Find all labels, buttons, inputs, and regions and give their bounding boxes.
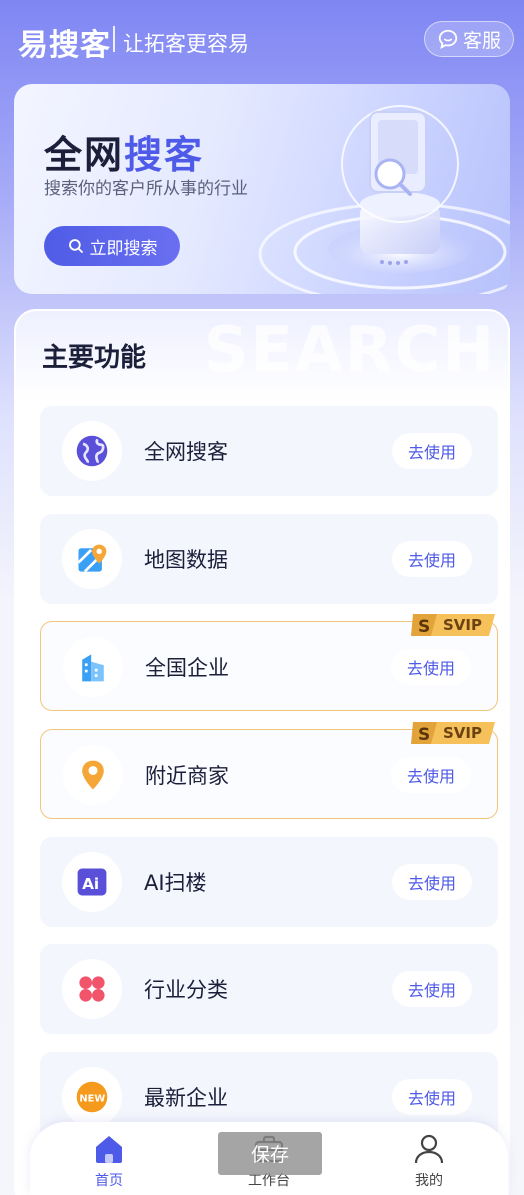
search-icon xyxy=(68,239,83,253)
feature-label: 地图数据 xyxy=(144,548,228,572)
banner-title: 全网搜客 xyxy=(44,124,204,179)
home-icon xyxy=(96,1136,122,1163)
banner-subtitle: 搜索你的客户所从事的行业 xyxy=(44,179,248,199)
nav-mine-label: 我的 xyxy=(415,1173,443,1189)
chat-bubble-icon xyxy=(438,29,458,49)
app-header: 易搜客 让拓客更容易 客服 xyxy=(0,0,524,80)
svip-label: SVIP xyxy=(443,616,482,634)
category-icon xyxy=(79,976,105,1002)
save-toast[interactable]: 保存 xyxy=(218,1132,322,1175)
feature-item-national-companies[interactable]: 全国企业 去使用 S SVIP xyxy=(40,614,498,711)
nav-home[interactable]: 首页 xyxy=(69,1132,149,1192)
feature-item-industry-category[interactable]: 行业分类 去使用 xyxy=(40,944,498,1034)
location-pin-icon xyxy=(82,760,104,790)
promo-banner[interactable]: 全网搜客 搜索你的客户所从事的行业 立即搜索 xyxy=(14,84,510,294)
use-button[interactable]: 去使用 xyxy=(391,757,471,793)
feature-icon-wrap xyxy=(62,529,122,589)
banner-title-part2: 搜客 xyxy=(124,133,205,177)
nav-mine[interactable]: 我的 xyxy=(389,1132,469,1192)
svip-badge: S SVIP xyxy=(409,612,495,638)
ai-icon: Ai xyxy=(77,868,107,896)
feature-label: 最新企业 xyxy=(144,1086,228,1110)
customer-service-button[interactable]: 客服 xyxy=(424,21,514,57)
feature-item-nearby-merchants[interactable]: 附近商家 去使用 S SVIP xyxy=(40,722,498,819)
building-icon xyxy=(82,654,104,682)
map-pin-icon xyxy=(77,544,107,573)
feature-icon-wrap: NEW xyxy=(62,1067,122,1127)
svg-text:Ai: Ai xyxy=(82,875,99,893)
use-button[interactable]: 去使用 xyxy=(392,541,472,577)
use-button[interactable]: 去使用 xyxy=(392,433,472,469)
feature-label: AI扫楼 xyxy=(144,871,207,895)
app-slogan: 让拓客更容易 xyxy=(123,32,249,56)
app-logo: 易搜客 xyxy=(18,28,111,63)
feature-label: 全网搜客 xyxy=(144,440,228,464)
svip-badge: S SVIP xyxy=(409,720,495,746)
globe-icon xyxy=(76,435,108,467)
search-illustration xyxy=(258,105,510,294)
feature-item-map-data[interactable]: 地图数据 去使用 xyxy=(40,514,498,604)
feature-label: 行业分类 xyxy=(144,978,228,1002)
nav-home-label: 首页 xyxy=(95,1173,123,1189)
search-now-label: 立即搜索 xyxy=(89,238,158,259)
feature-label: 全国企业 xyxy=(145,656,229,680)
feature-icon-wrap xyxy=(62,959,122,1019)
search-watermark: SEARCH xyxy=(203,313,496,386)
new-badge-icon: NEW xyxy=(76,1081,108,1113)
feature-label: 附近商家 xyxy=(145,764,229,788)
use-button[interactable]: 去使用 xyxy=(392,864,472,900)
use-button[interactable]: 去使用 xyxy=(392,1079,472,1115)
feature-icon-wrap: Ai xyxy=(62,852,122,912)
use-button[interactable]: 去使用 xyxy=(392,971,472,1007)
use-button[interactable]: 去使用 xyxy=(391,649,471,685)
feature-item-global-search[interactable]: 全网搜客 去使用 xyxy=(40,406,498,496)
customer-service-label: 客服 xyxy=(462,29,501,52)
svg-text:S: S xyxy=(418,617,430,637)
logo-divider xyxy=(113,26,115,52)
svip-label: SVIP xyxy=(443,724,482,742)
feature-item-ai-building-scan[interactable]: Ai AI扫楼 去使用 xyxy=(40,837,498,927)
feature-icon-wrap xyxy=(63,637,123,697)
section-title: 主要功能 xyxy=(42,343,147,373)
svg-text:S: S xyxy=(418,725,430,745)
search-now-button[interactable]: 立即搜索 xyxy=(44,226,180,266)
svg-text:NEW: NEW xyxy=(79,1094,105,1105)
feature-icon-wrap xyxy=(62,421,122,481)
user-icon xyxy=(414,1134,444,1164)
feature-icon-wrap xyxy=(63,745,123,805)
banner-title-part1: 全网 xyxy=(44,133,125,177)
